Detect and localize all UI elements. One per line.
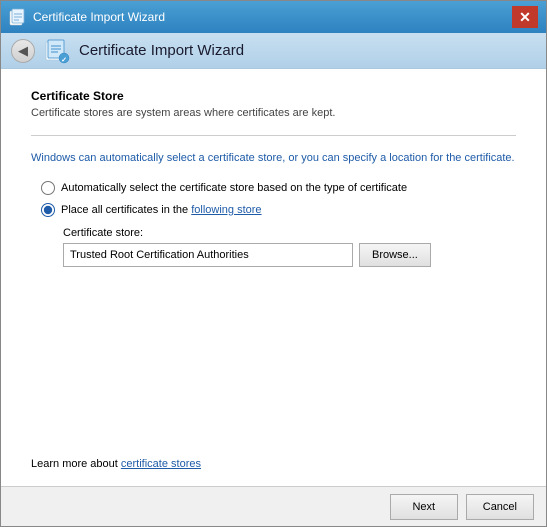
title-bar-controls: ✕ bbox=[512, 6, 538, 28]
radio-option-1[interactable]: Automatically select the certificate sto… bbox=[41, 181, 516, 195]
radio-auto-label: Automatically select the certificate sto… bbox=[61, 182, 407, 194]
cert-store-row: Browse... bbox=[63, 243, 516, 267]
cert-store-label: Certificate store: bbox=[63, 227, 516, 239]
nav-title: Certificate Import Wizard bbox=[79, 42, 244, 59]
footer-buttons-bar: Next Cancel bbox=[1, 486, 546, 526]
radio-auto[interactable] bbox=[41, 181, 55, 195]
section-description: Certificate stores are system areas wher… bbox=[31, 107, 516, 119]
learn-more-link[interactable]: certificate stores bbox=[121, 458, 201, 470]
radio-option-2[interactable]: Place all certificates in the following … bbox=[41, 203, 516, 217]
svg-text:✓: ✓ bbox=[61, 57, 67, 64]
back-icon: ◀ bbox=[18, 43, 28, 59]
spacer bbox=[31, 267, 516, 459]
nav-wizard-icon: ✓ bbox=[43, 37, 71, 65]
section-header: Certificate Store Certificate stores are… bbox=[31, 89, 516, 119]
radio-manual-label: Place all certificates in the following … bbox=[61, 204, 262, 216]
cancel-button[interactable]: Cancel bbox=[466, 494, 534, 520]
radio-manual[interactable] bbox=[41, 203, 55, 217]
cert-store-section: Certificate store: Browse... bbox=[63, 227, 516, 267]
section-title: Certificate Store bbox=[31, 89, 516, 103]
main-window: Certificate Import Wizard ✕ ◀ ✓ Certific… bbox=[0, 0, 547, 527]
title-bar: Certificate Import Wizard ✕ bbox=[1, 1, 546, 33]
window-title: Certificate Import Wizard bbox=[33, 10, 165, 24]
back-button[interactable]: ◀ bbox=[11, 39, 35, 63]
wizard-title-icon bbox=[9, 8, 27, 26]
close-button[interactable]: ✕ bbox=[512, 6, 538, 28]
title-bar-left: Certificate Import Wizard bbox=[9, 8, 165, 26]
next-button[interactable]: Next bbox=[390, 494, 458, 520]
info-text: Windows can automatically select a certi… bbox=[31, 150, 516, 167]
nav-bar: ◀ ✓ Certificate Import Wizard bbox=[1, 33, 546, 69]
divider bbox=[31, 135, 516, 136]
radio-group: Automatically select the certificate sto… bbox=[41, 181, 516, 217]
browse-button[interactable]: Browse... bbox=[359, 243, 431, 267]
content-area: Certificate Store Certificate stores are… bbox=[1, 69, 546, 526]
footer-link: Learn more about certificate stores bbox=[31, 458, 516, 470]
cert-store-input[interactable] bbox=[63, 243, 353, 267]
